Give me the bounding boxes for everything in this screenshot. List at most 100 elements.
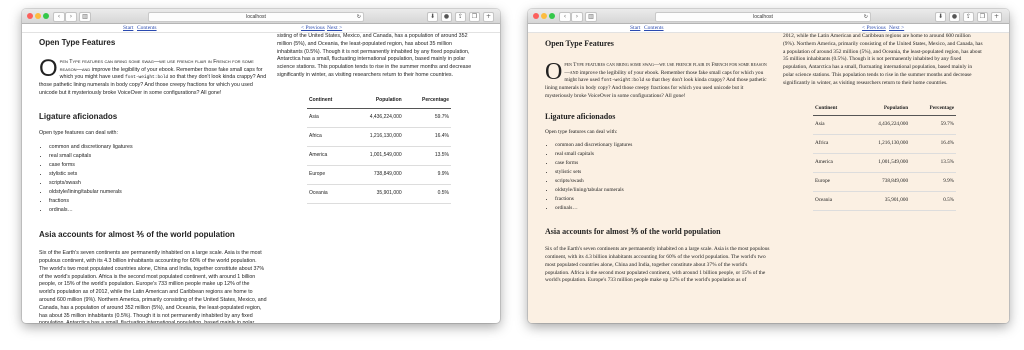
minimize-window-button[interactable]	[541, 13, 547, 19]
cell: 16.4%	[910, 134, 956, 155]
start-link[interactable]: Start	[123, 25, 133, 31]
contents-link[interactable]: Contents	[137, 25, 157, 31]
list-item: scripts/swash	[49, 179, 267, 188]
download-button[interactable]: ⬇	[935, 12, 946, 22]
list-item: ordinals…	[49, 206, 267, 215]
info-button[interactable]: ●	[949, 12, 960, 22]
table-header-row: Continent Population Percentage	[307, 93, 451, 109]
back-button[interactable]: ‹	[53, 12, 65, 22]
minimize-window-button[interactable]	[35, 13, 41, 19]
table-header-row: Continent Population Percentage	[813, 101, 956, 117]
col-continent: Continent	[813, 101, 856, 117]
heading-ligature: Ligature aficionados	[545, 111, 616, 121]
url-text: localhost	[246, 14, 266, 20]
previous-link[interactable]: < Previous	[862, 25, 886, 31]
table-row: Oceania 35,901,000 0.5%	[813, 191, 956, 212]
reload-icon[interactable]: ↻	[357, 13, 361, 21]
share-button[interactable]: ⇪	[455, 12, 466, 22]
cell: Asia	[307, 108, 349, 128]
cell: 13.5%	[403, 146, 451, 166]
address-bar[interactable]: localhost ↻	[655, 12, 871, 22]
cell: 9.9%	[910, 172, 956, 193]
page-content: Open Type Features Open Type features ca…	[22, 33, 500, 323]
asia-paragraph: Six of the Earth's seven continents are …	[545, 246, 770, 284]
cell: 4,436,224,000	[855, 115, 911, 136]
info-button[interactable]: ●	[441, 12, 452, 22]
cell: 1,001,549,000	[855, 153, 911, 174]
table-row: Europe 738,849,000 9.9%	[813, 172, 956, 193]
list-item: stylistic sets	[555, 168, 770, 177]
cell: 35,901,000	[855, 191, 911, 212]
info-icon: ●	[443, 13, 450, 20]
cell: Oceania	[307, 184, 349, 204]
forward-button[interactable]: ›	[65, 12, 77, 22]
tabs-icon: ❐	[471, 13, 478, 20]
download-button[interactable]: ⬇	[427, 12, 438, 22]
previous-link[interactable]: < Previous	[301, 25, 325, 31]
chevron-left-icon: ‹	[563, 13, 567, 20]
cell: 16.4%	[403, 127, 451, 147]
new-tab-button[interactable]: +	[991, 12, 1002, 22]
chevron-left-icon: ‹	[57, 13, 61, 20]
sidebar-button[interactable]: ▥	[79, 12, 91, 22]
drop-cap: O	[545, 58, 563, 85]
list-item: scripts/swash	[555, 177, 770, 186]
table-row: Oceania 35,901,000 0.5%	[307, 184, 451, 204]
back-button[interactable]: ‹	[559, 12, 571, 22]
list-item: real small capitals	[49, 152, 267, 161]
tabs-button[interactable]: ❐	[977, 12, 988, 22]
start-link[interactable]: Start	[630, 25, 640, 31]
cell: America	[813, 153, 856, 174]
address-bar[interactable]: localhost ↻	[148, 12, 364, 22]
cell: 0.5%	[910, 191, 956, 212]
table-row: Asia 4,436,224,000 59.7%	[307, 108, 451, 128]
toolbar: ‹ › ▥ localhost ↻ ⬇ ● ⇪ ❐ +	[528, 9, 1009, 24]
new-tab-button[interactable]: +	[483, 12, 494, 22]
column-left: Open Type Features Open Type features ca…	[39, 33, 267, 323]
plus-icon: +	[485, 13, 492, 20]
contents-link[interactable]: Contents	[644, 25, 664, 31]
list-item: case forms	[555, 159, 770, 168]
feature-list: common and discretionary ligatures real …	[545, 141, 770, 213]
asia-paragraph: Six of the Earth's seven continents are …	[39, 250, 267, 323]
column-right: sisting of the United States, Mexico, an…	[277, 33, 477, 204]
list-item: ordinals…	[555, 204, 770, 213]
share-button[interactable]: ⇪	[963, 12, 974, 22]
zoom-window-button[interactable]	[549, 13, 555, 19]
heading-asia: Asia accounts for almost ⅗ of the world …	[545, 227, 721, 237]
drop-cap: O	[39, 54, 58, 82]
cell: Africa	[813, 134, 856, 155]
list-item: oldstyle/lining/tabular numerals	[555, 186, 770, 195]
chevron-right-icon: ›	[575, 13, 579, 20]
table-row: America 1,001,549,000 13.5%	[307, 146, 451, 166]
feature-list: common and discretionary ligatures real …	[39, 143, 267, 215]
cell: Asia	[813, 115, 856, 136]
list-item: oldstyle/lining/tabular numerals	[49, 188, 267, 197]
browser-window-sepia-theme: ‹ › ▥ localhost ↻ ⬇ ● ⇪ ❐ + Start Conten…	[528, 9, 1009, 323]
zoom-window-button[interactable]	[43, 13, 49, 19]
table-row: Asia 4,436,224,000 59.7%	[813, 115, 956, 136]
table-row: Africa 1,216,130,000 16.4%	[307, 127, 451, 147]
tabs-button[interactable]: ❐	[469, 12, 480, 22]
sidebar-button[interactable]: ▥	[585, 12, 597, 22]
col-percentage: Percentage	[403, 93, 451, 109]
close-window-button[interactable]	[27, 13, 33, 19]
next-link[interactable]: Next >	[889, 25, 904, 31]
cell: Africa	[307, 127, 349, 147]
close-window-button[interactable]	[533, 13, 539, 19]
intro-paragraph: Open Type features can bring some swag—w…	[39, 54, 267, 98]
book-nav: Start Contents < Previous Next >	[528, 24, 1009, 33]
sidebar-icon: ▥	[82, 13, 88, 20]
table-row: Africa 1,216,130,000 16.4%	[813, 134, 956, 155]
heading-asia: Asia accounts for almost ⅗ of the world …	[39, 230, 235, 240]
continued-paragraph: sisting of the United States, Mexico, an…	[277, 33, 472, 78]
intro-paragraph: Open Type features can bring some swag—w…	[545, 58, 770, 101]
col-population: Population	[348, 93, 404, 109]
forward-button[interactable]: ›	[571, 12, 583, 22]
col-percentage: Percentage	[910, 101, 956, 117]
reload-icon[interactable]: ↻	[864, 13, 868, 21]
next-link[interactable]: Next >	[327, 25, 342, 31]
list-item: real small capitals	[555, 150, 770, 159]
tabs-icon: ❐	[979, 13, 986, 20]
cell: 35,901,000	[348, 184, 404, 204]
